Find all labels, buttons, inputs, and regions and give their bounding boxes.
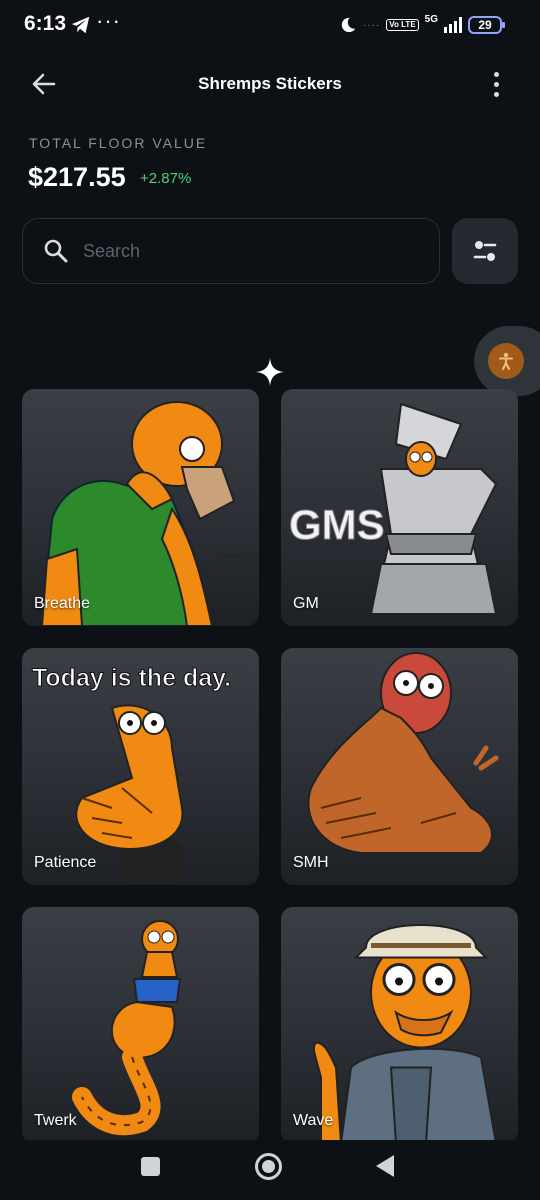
accessibility-icon	[488, 343, 524, 379]
status-more-dots: ···	[96, 8, 121, 33]
floor-value-label: TOTAL FLOOR VALUE	[29, 135, 208, 151]
sparkle-icon	[256, 358, 284, 386]
accessibility-floating-button[interactable]	[474, 326, 540, 396]
home-icon[interactable]	[255, 1153, 282, 1180]
system-nav-bar	[0, 1140, 540, 1200]
moon-icon	[341, 17, 356, 33]
battery-icon: 29	[468, 16, 505, 34]
sticker-gm-image: GMS	[289, 402, 498, 615]
nav-back-icon[interactable]	[376, 1155, 394, 1177]
sticker-card-smh[interactable]: SMH	[281, 648, 518, 885]
signal-dots-icon: ····	[362, 19, 381, 31]
more-options-icon[interactable]	[482, 68, 510, 100]
search-icon	[44, 239, 68, 263]
sticker-twerk-image	[72, 920, 182, 1136]
art-caption-gms: GMS	[289, 501, 385, 548]
telegram-icon	[71, 16, 90, 34]
page-title: Shremps Stickers	[198, 74, 342, 93]
sticker-name: Wave	[293, 1112, 334, 1129]
sticker-name: Breathe	[34, 595, 91, 612]
status-icons: ···· Vo LTE 5G 29	[339, 12, 505, 38]
art-signature: Shrempin	[217, 551, 255, 562]
sticker-patience-image: Today is the day.	[32, 664, 232, 885]
sticker-name: SMH	[293, 854, 329, 871]
sticker-breathe-image: Shrempin	[40, 401, 255, 626]
floor-change-percent: +2.87%	[140, 170, 192, 187]
filter-button[interactable]	[452, 218, 518, 284]
signal-bars-icon	[444, 17, 462, 33]
filter-sliders-icon	[473, 241, 497, 261]
sticker-card-twerk[interactable]: Twerk	[22, 907, 259, 1143]
art-caption-today: Today is the day.	[32, 664, 231, 692]
sticker-card-gm[interactable]: GMS GM	[281, 389, 518, 626]
sticker-name: GM	[293, 595, 319, 612]
back-arrow-icon[interactable]	[28, 68, 60, 100]
floor-value: $217.55	[28, 162, 126, 192]
sticker-card-wave[interactable]: Wave	[281, 907, 518, 1143]
recent-apps-icon[interactable]	[141, 1157, 160, 1176]
battery-level: 29	[478, 18, 492, 32]
volte-badge: Vo LTE	[386, 19, 419, 31]
status-bar: 6:13 ··· ···· Vo LTE 5G 29	[0, 0, 540, 50]
sticker-wave-image	[312, 924, 497, 1143]
sticker-card-breathe[interactable]: Shrempin Breathe	[22, 389, 259, 626]
sticker-name: Twerk	[34, 1112, 77, 1129]
search-input[interactable]	[83, 240, 383, 262]
sticker-name: Patience	[34, 854, 97, 871]
sticker-smh-image	[307, 652, 499, 854]
sticker-card-patience[interactable]: Today is the day. Patience	[22, 648, 259, 885]
search-box[interactable]	[22, 218, 440, 284]
app-header: Shremps Stickers	[0, 62, 540, 106]
network-type: 5G	[424, 13, 438, 25]
status-time: 6:13	[24, 12, 67, 35]
